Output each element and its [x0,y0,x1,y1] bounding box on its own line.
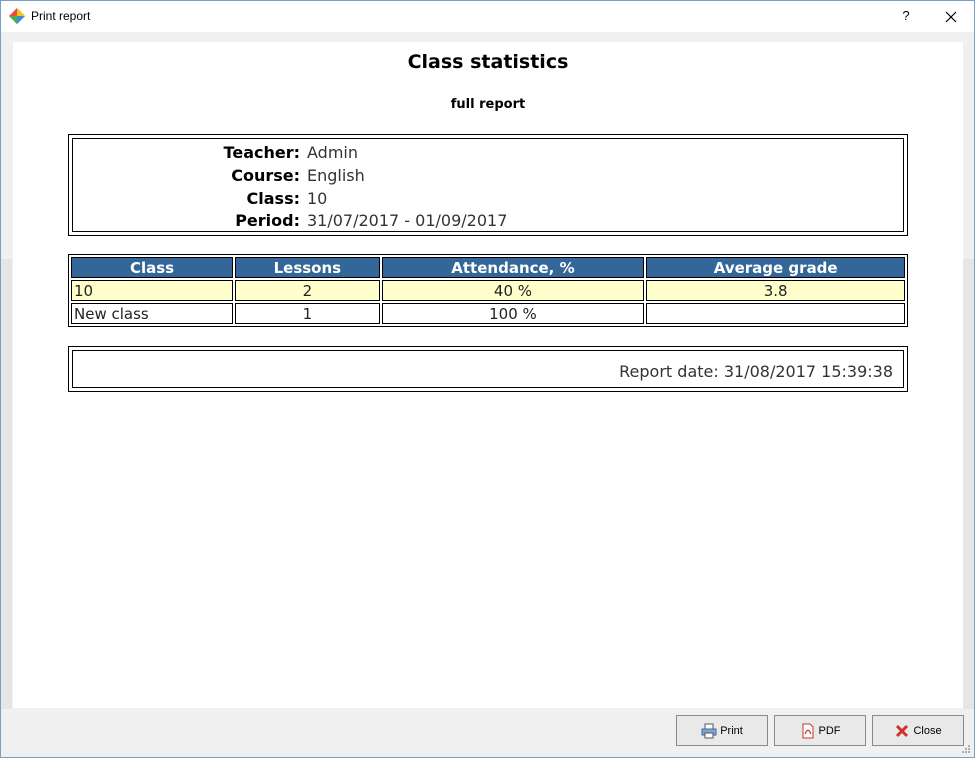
table-cell: 10 [71,280,234,301]
table-cell: 2 [235,280,380,301]
left-margin [1,259,12,709]
column-header: Average grade [646,257,905,278]
pdf-button-label: PDF [818,724,841,737]
close-button-label: Close [913,724,942,737]
table-header-row: Class Lessons Attendance, % Average grad… [71,257,905,278]
help-button[interactable]: ? [891,3,921,29]
table-cell: New class [71,303,234,324]
resize-grip-icon[interactable] [961,744,971,754]
info-row-period: Period: 31/07/2017 - 01/09/2017 [73,211,903,233]
info-label: Period: [235,211,300,230]
info-value: 31/07/2017 - 01/09/2017 [307,211,508,230]
report-subtitle: full report [450,97,526,112]
printer-icon [701,723,717,738]
info-value: English [307,166,365,185]
stats-table: Class Lessons Attendance, % Average grad… [68,254,908,327]
info-label: Teacher: [223,143,300,162]
close-window-icon[interactable] [936,4,966,30]
info-row-class: Class: 10 [73,189,903,211]
info-label: Class: [246,189,300,208]
info-label: Course: [231,166,300,185]
print-button-label: Print [720,724,743,737]
column-header: Attendance, % [381,257,645,278]
table-cell: 1 [235,303,380,324]
print-button[interactable]: Print [676,715,768,746]
report-date-box: Report date: 31/08/2017 15:39:38 [68,346,908,392]
report-preview[interactable]: Class statistics full report Teacher: Ad… [13,42,963,708]
info-box: Teacher: Admin Course: English Class: 10… [68,134,908,236]
table-cell: 100 % [381,303,645,324]
table-row: New class 1 100 % [71,303,905,324]
red-x-icon [896,724,909,737]
table-row: 10 2 40 % 3.8 [71,280,905,301]
close-button[interactable]: Close [872,715,964,746]
app-icon [9,8,25,24]
table-cell: 3.8 [646,280,905,301]
right-margin [963,259,974,709]
info-value: 10 [307,189,328,208]
column-header: Lessons [235,257,380,278]
info-row-teacher: Teacher: Admin [73,143,903,165]
table-cell: 40 % [381,280,645,301]
report-date: Report date: 31/08/2017 15:39:38 [619,362,893,381]
title-bar: Print report ? [1,1,974,32]
window-title: Print report [31,9,91,23]
column-header: Class [71,257,234,278]
info-row-course: Course: English [73,166,903,188]
info-value: Admin [307,143,358,162]
table-cell [646,303,905,324]
pdf-button[interactable]: PDF [774,715,866,746]
report-title: Class statistics [407,51,569,73]
print-report-window: Print report ? Class statistics full rep… [0,0,975,758]
pdf-icon [802,723,813,738]
